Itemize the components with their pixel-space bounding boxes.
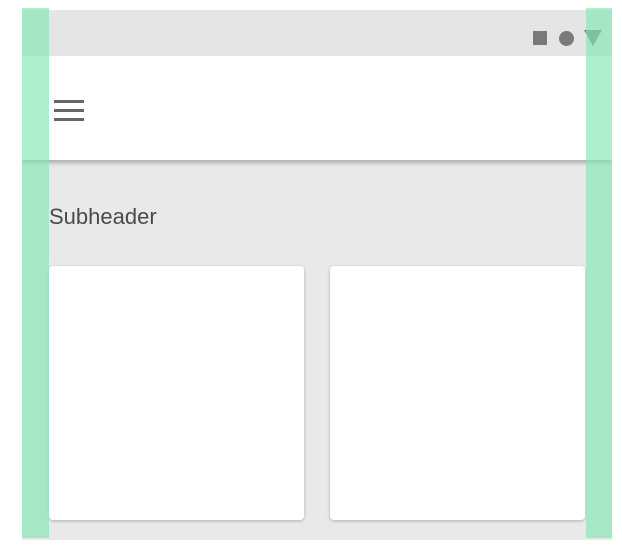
card[interactable] (330, 266, 585, 520)
status-icons (533, 28, 602, 48)
stop-square-icon (533, 31, 547, 45)
menu-button[interactable] (46, 86, 90, 130)
mobile-screen: Subheader (22, 10, 612, 540)
signal-triangle-icon (584, 30, 602, 46)
status-bar (22, 10, 612, 56)
hamburger-menu-icon (54, 100, 84, 122)
circle-icon (559, 30, 574, 46)
card[interactable] (49, 266, 304, 520)
subheader: Subheader (49, 204, 157, 229)
app-bar (22, 56, 612, 160)
